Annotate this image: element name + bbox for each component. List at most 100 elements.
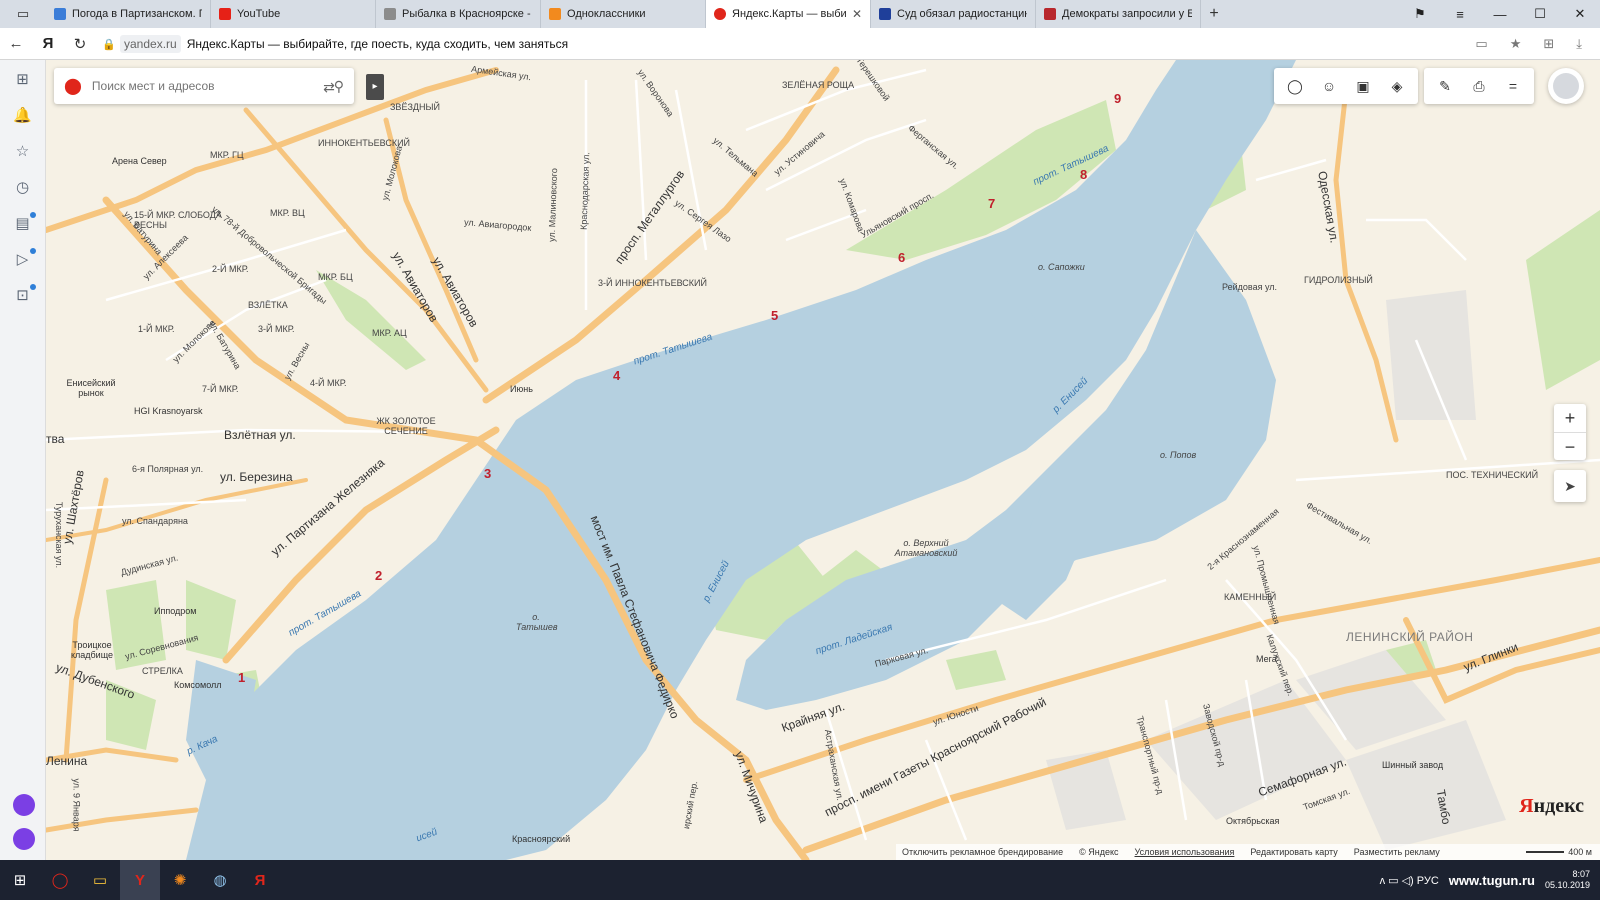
- terms-link[interactable]: Условия использования: [1135, 847, 1235, 857]
- poi-troitskoe[interactable]: Троицкое кладбище: [70, 640, 114, 660]
- alice-icon[interactable]: [13, 794, 35, 816]
- route-icon[interactable]: ⇄: [316, 74, 342, 100]
- map-graphics: [46, 60, 1600, 860]
- geolocation-button[interactable]: ➤: [1554, 470, 1586, 502]
- lens-glyph: ⊡: [16, 287, 29, 304]
- tab-weather[interactable]: Погода в Партизанском. П: [46, 0, 211, 28]
- tab-fishing[interactable]: Рыбалка в Красноярске - З: [376, 0, 541, 28]
- yandex-browser-icon[interactable]: Y: [120, 860, 160, 900]
- poi-krasnoyarsky[interactable]: Красноярский: [512, 834, 570, 844]
- grid-icon[interactable]: ⊞: [13, 70, 33, 88]
- layers-icon[interactable]: ◈: [1382, 78, 1412, 95]
- search-input[interactable]: [91, 79, 324, 93]
- zoom-in-button[interactable]: +: [1554, 404, 1586, 432]
- collections-icon[interactable]: ▤: [13, 212, 36, 232]
- poi-komsomoll[interactable]: Комсомолл: [174, 680, 222, 690]
- clock[interactable]: 8:07 05.10.2019: [1545, 869, 1590, 891]
- edit-map-link[interactable]: Редактировать карту: [1250, 847, 1337, 857]
- traffic-icon[interactable]: ◯: [1280, 78, 1310, 95]
- disable-ads-link[interactable]: Отключить рекламное брендирование: [902, 847, 1063, 857]
- poi-eniseysky-market[interactable]: Енисейский рынок: [66, 378, 116, 398]
- more-icon[interactable]: =: [1498, 78, 1528, 94]
- poi-oktyabrskaya[interactable]: Октябрьская: [1226, 816, 1279, 826]
- map-marker-7: 7: [988, 196, 996, 211]
- bookmark-star-icon[interactable]: ★: [1510, 36, 1522, 52]
- map-copyright-bar: Отключить рекламное брендирование © Янде…: [896, 844, 1600, 860]
- close-window-button[interactable]: ✕: [1560, 6, 1600, 22]
- island-label: о. Сапожки: [1038, 262, 1085, 272]
- app-icon[interactable]: ✺: [160, 860, 200, 900]
- collapse-panel-button[interactable]: ▸: [366, 74, 384, 100]
- extensions-icon[interactable]: ⊞: [1543, 36, 1554, 52]
- map-utility-tools: ✎ ⎙ =: [1424, 68, 1534, 104]
- new-tab-button[interactable]: +: [1201, 0, 1227, 28]
- tab-panel-toggle-icon[interactable]: ▭: [0, 0, 46, 28]
- tab-favicon-icon: [1044, 8, 1056, 20]
- map-layer-tools: ◯ ☺ ▣ ◈: [1274, 68, 1418, 104]
- district-label: СТРЕЛКА: [142, 666, 183, 676]
- url-page-title[interactable]: Яндекс.Карты — выбирайте, где поесть, ку…: [187, 37, 568, 51]
- island-label: о. Верхний Атамановский: [894, 538, 958, 558]
- tab-democrats[interactable]: Демократы запросили у Б: [1036, 0, 1201, 28]
- minimize-button[interactable]: —: [1480, 7, 1520, 22]
- star-icon[interactable]: ☆: [13, 142, 33, 160]
- bookmarks-icon[interactable]: ⚑: [1400, 6, 1440, 22]
- lens-icon[interactable]: ⊡: [13, 284, 36, 304]
- back-button[interactable]: ←: [0, 35, 32, 52]
- reload-button[interactable]: ↻: [64, 35, 96, 53]
- poi-ippodrom[interactable]: Ипподром: [154, 606, 196, 616]
- notification-dot: [29, 284, 36, 290]
- district-label: ЖК ЗОЛОТОЕ СЕЧЕНИЕ: [376, 416, 436, 436]
- user-avatar-button[interactable]: [1548, 68, 1584, 104]
- windows-start-icon[interactable]: ⊞: [0, 871, 40, 889]
- windows-taskbar: ⊞ ◯ ▭ Y ✺ ◍ Я ʌ ▭ ◁) РУС www.tugun.ru 8:…: [0, 860, 1600, 900]
- island-label: о. Попов: [1160, 450, 1197, 460]
- tab-close-icon[interactable]: ✕: [852, 7, 862, 21]
- url-domain[interactable]: yandex.ru: [120, 34, 181, 53]
- transport-icon[interactable]: ▣: [1348, 78, 1378, 95]
- opera-icon[interactable]: ◯: [40, 860, 80, 900]
- poi-hgi[interactable]: HGI Krasnoyarsk: [134, 406, 203, 416]
- poi-shinny-zavod[interactable]: Шинный завод: [1382, 760, 1443, 770]
- tab-yandex-maps[interactable]: Яндекс.Карты — выбир ✕: [706, 0, 871, 28]
- poi-arena-sever[interactable]: Арена Север: [112, 156, 167, 166]
- reader-mode-icon[interactable]: ▭: [1475, 36, 1487, 52]
- tab-youtube[interactable]: YouTube: [211, 0, 376, 28]
- play-icon[interactable]: ▷: [13, 248, 36, 268]
- river-yenisei: [186, 60, 1296, 860]
- alice-voice-icon[interactable]: [13, 828, 35, 850]
- map-marker-6: 6: [898, 250, 906, 265]
- yandex-home-button[interactable]: Я: [32, 35, 64, 52]
- tray-icons[interactable]: ʌ ▭ ◁) РУС: [1380, 874, 1439, 887]
- zoom-out-button[interactable]: −: [1554, 432, 1586, 460]
- panorama-icon[interactable]: ☺: [1314, 78, 1344, 94]
- map-marker-9: 9: [1114, 91, 1122, 106]
- advertise-link[interactable]: Разместить рекламу: [1354, 847, 1440, 857]
- district-label: 3-Й МКР.: [258, 324, 295, 334]
- print-icon[interactable]: ⎙: [1464, 78, 1494, 95]
- ruler-icon[interactable]: ✎: [1430, 78, 1460, 95]
- tab-odnoklassniki[interactable]: Одноклассники: [541, 0, 706, 28]
- clock-icon[interactable]: ◷: [13, 178, 33, 196]
- odnoklassniki-icon: [549, 8, 561, 20]
- district-label: 3-Й ИННОКЕНТЬЕВСКИЙ: [598, 278, 707, 288]
- street-label: ул. Березина: [220, 470, 293, 484]
- file-explorer-icon[interactable]: ▭: [80, 860, 120, 900]
- tab-court[interactable]: Суд обязал радиостанцию: [871, 0, 1036, 28]
- poi-iyun[interactable]: Июнь: [510, 384, 533, 394]
- maximize-button[interactable]: ☐: [1520, 6, 1560, 22]
- map-canvas[interactable]: ⬤ ⚲ ⇄ ▸ ◯ ☺ ▣ ◈ ✎ ⎙ = + − ➤ 1 2 3 4 5 6 …: [46, 60, 1600, 860]
- tab-title: Погода в Партизанском. П: [72, 8, 202, 20]
- yandex-app-icon[interactable]: Я: [240, 860, 280, 900]
- download-icon[interactable]: ⤓: [1576, 36, 1582, 52]
- street-label: Рейдовая ул.: [1222, 282, 1278, 292]
- map-marker-4: 4: [613, 368, 621, 383]
- clock-time: 8:07: [1572, 869, 1590, 879]
- tab-title: Яндекс.Карты — выбир: [732, 8, 846, 20]
- bell-icon[interactable]: 🔔: [13, 106, 33, 124]
- app-icon[interactable]: ◍: [200, 860, 240, 900]
- menu-icon[interactable]: ≡: [1440, 7, 1480, 22]
- system-tray: ʌ ▭ ◁) РУС www.tugun.ru 8:07 05.10.2019: [1380, 869, 1600, 891]
- notification-dot: [29, 248, 36, 254]
- street-label: Ленина: [46, 754, 88, 768]
